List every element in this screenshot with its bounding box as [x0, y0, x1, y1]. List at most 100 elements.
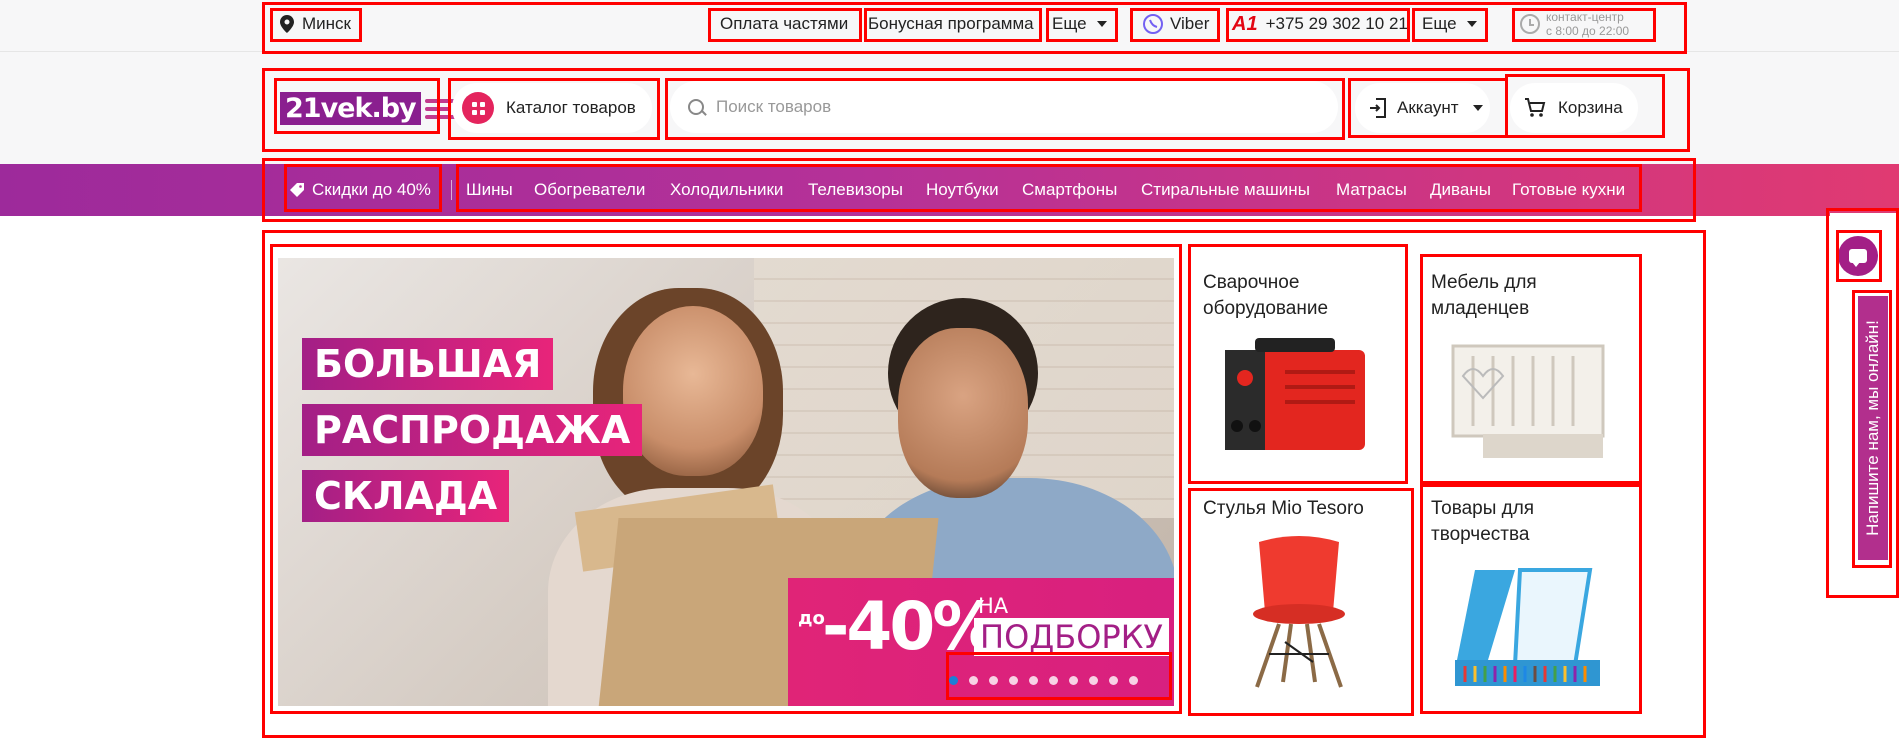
- category-divider: [451, 180, 452, 200]
- promo-banner[interactable]: БОЛЬШАЯ РАСПРОДАЖА СКЛАДА до -40% НА СПЕ…: [278, 258, 1174, 706]
- installments-label: Оплата частями: [720, 14, 849, 33]
- chevron-down-icon: [1472, 105, 1483, 111]
- promo-line-2: ПОДБОРКУ: [974, 618, 1169, 656]
- login-icon: [1370, 98, 1386, 118]
- category-card-baby-furniture[interactable]: Мебель для младенцев: [1425, 258, 1635, 478]
- location-pin-icon: [280, 15, 294, 33]
- catalog-label: Каталог товаров: [506, 98, 636, 117]
- category-tires[interactable]: Шины: [466, 164, 513, 216]
- category-kitchens[interactable]: Готовые кухни: [1512, 164, 1625, 216]
- category-mattresses[interactable]: Матрасы: [1336, 164, 1407, 216]
- chat-online-label: Напишите нам, мы онлайн!: [1863, 320, 1882, 536]
- viber-label: Viber: [1170, 14, 1210, 33]
- category-sofas[interactable]: Диваны: [1430, 164, 1491, 216]
- carousel-dot[interactable]: [949, 676, 958, 685]
- carousel-dot[interactable]: [989, 676, 998, 685]
- promo-prefix: до: [798, 608, 825, 629]
- category-label: Ноутбуки: [926, 180, 999, 199]
- category-label: Смартфоны: [1022, 180, 1118, 199]
- more-label-1: Еще: [1052, 14, 1087, 33]
- clock-icon: [1520, 14, 1540, 34]
- banner-headline-line-2: РАСПРОДАЖА: [302, 404, 643, 456]
- baby-crib-image: [1451, 344, 1605, 458]
- contact-center-hours: с 8:00 до 22:00: [1546, 24, 1630, 38]
- carousel-dot[interactable]: [1069, 676, 1078, 685]
- discounts-link[interactable]: Скидки до 40%: [290, 164, 431, 216]
- chevron-down-icon: [1096, 21, 1107, 27]
- category-label: Шины: [466, 180, 513, 199]
- category-card-chairs[interactable]: Стулья Mio Tesoro: [1195, 488, 1405, 708]
- category-label: Матрасы: [1336, 180, 1407, 199]
- chevron-down-icon: [1466, 21, 1477, 27]
- tag-icon: [290, 183, 304, 197]
- card-title: Сварочное оборудование: [1203, 272, 1329, 319]
- category-heaters[interactable]: Обогреватели: [534, 164, 645, 216]
- phone-number: +375 29 302 10 21: [1265, 14, 1408, 33]
- category-washing-machines[interactable]: Стиральные машины: [1141, 164, 1310, 216]
- card-title: Стулья Mio Tesoro: [1203, 498, 1364, 519]
- banner-photo-part: [898, 328, 1028, 498]
- carousel-dots: [949, 676, 1138, 685]
- account-button[interactable]: Аккаунт: [1355, 83, 1490, 133]
- welding-machine-image: [1225, 338, 1365, 450]
- carousel-dot[interactable]: [969, 676, 978, 685]
- cart-button[interactable]: Корзина: [1510, 83, 1638, 133]
- logo-text: 21vek.by: [280, 92, 421, 125]
- phone-link[interactable]: A1 +375 29 302 10 21: [1232, 10, 1408, 38]
- discounts-label: Скидки до 40%: [312, 180, 431, 199]
- carousel-dot[interactable]: [1129, 676, 1138, 685]
- category-laptops[interactable]: Ноутбуки: [926, 164, 999, 216]
- banner-headline-line-1: БОЛЬШАЯ: [302, 338, 554, 390]
- category-label: Обогреватели: [534, 180, 646, 199]
- city-label: Минск: [302, 14, 351, 33]
- a1-operator-icon: A1: [1232, 12, 1258, 35]
- red-chair-image: [1253, 536, 1345, 688]
- catalog-button[interactable]: Каталог товаров: [452, 83, 652, 133]
- contact-center-info[interactable]: контакт-центр с 8:00 до 22:00: [1520, 10, 1629, 38]
- art-kit-image: [1455, 568, 1600, 686]
- top-bar: Минск Оплата частями Бонусная программа …: [0, 0, 1899, 52]
- more-label-2: Еще: [1422, 14, 1457, 33]
- carousel-dot[interactable]: [1049, 676, 1058, 685]
- category-label: Телевизоры: [808, 180, 903, 199]
- carousel-dot[interactable]: [1089, 676, 1098, 685]
- catalog-grid-icon: [462, 92, 494, 124]
- viber-icon: [1143, 14, 1163, 34]
- installments-link[interactable]: Оплата частями: [720, 10, 848, 38]
- more-menu-2[interactable]: Еще: [1422, 10, 1477, 38]
- category-label: Стиральные машины: [1141, 180, 1310, 199]
- carousel-dot[interactable]: [1009, 676, 1018, 685]
- bonus-program-link[interactable]: Бонусная программа: [868, 10, 1034, 38]
- carousel-dot[interactable]: [1029, 676, 1038, 685]
- category-label: Диваны: [1430, 180, 1491, 199]
- city-selector[interactable]: Минск: [280, 10, 351, 38]
- category-tvs[interactable]: Телевизоры: [808, 164, 903, 216]
- category-smartphones[interactable]: Смартфоны: [1022, 164, 1117, 216]
- cart-icon: [1525, 98, 1546, 117]
- card-title: Товары для творчества: [1431, 498, 1535, 545]
- card-title: Мебель для младенцев: [1431, 272, 1537, 319]
- viber-link[interactable]: Viber: [1142, 10, 1209, 38]
- site-logo[interactable]: 21vek.by: [280, 92, 459, 125]
- category-card-art-supplies[interactable]: Товары для творчества: [1425, 488, 1635, 708]
- promo-percent: -40%: [822, 588, 998, 665]
- chat-button[interactable]: [1838, 236, 1878, 276]
- category-label: Готовые кухни: [1512, 180, 1626, 199]
- category-card-welding[interactable]: Сварочное оборудование: [1195, 258, 1405, 478]
- discount-promo: до -40% НА СПЕЦИАЛЬНУЮ ПОДБОРКУ: [788, 578, 1174, 706]
- chat-icon: [1849, 249, 1867, 267]
- contact-center-label: контакт-центр: [1546, 10, 1624, 24]
- carousel-dot[interactable]: [1109, 676, 1118, 685]
- bonus-program-label: Бонусная программа: [868, 14, 1034, 33]
- account-label: Аккаунт: [1397, 98, 1459, 117]
- more-menu-1[interactable]: Еще: [1052, 10, 1107, 38]
- search-placeholder: Поиск товаров: [716, 97, 832, 116]
- banner-photo-part: [623, 306, 763, 476]
- banner-headline-line-3: СКЛАДА: [302, 470, 510, 522]
- category-fridges[interactable]: Холодильники: [670, 164, 783, 216]
- category-label: Холодильники: [670, 180, 784, 199]
- cart-label: Корзина: [1558, 98, 1623, 117]
- search-icon: [688, 99, 704, 115]
- chat-online-tab[interactable]: Напишите нам, мы онлайн!: [1858, 296, 1888, 560]
- search-input[interactable]: Поиск товаров: [670, 81, 1338, 133]
